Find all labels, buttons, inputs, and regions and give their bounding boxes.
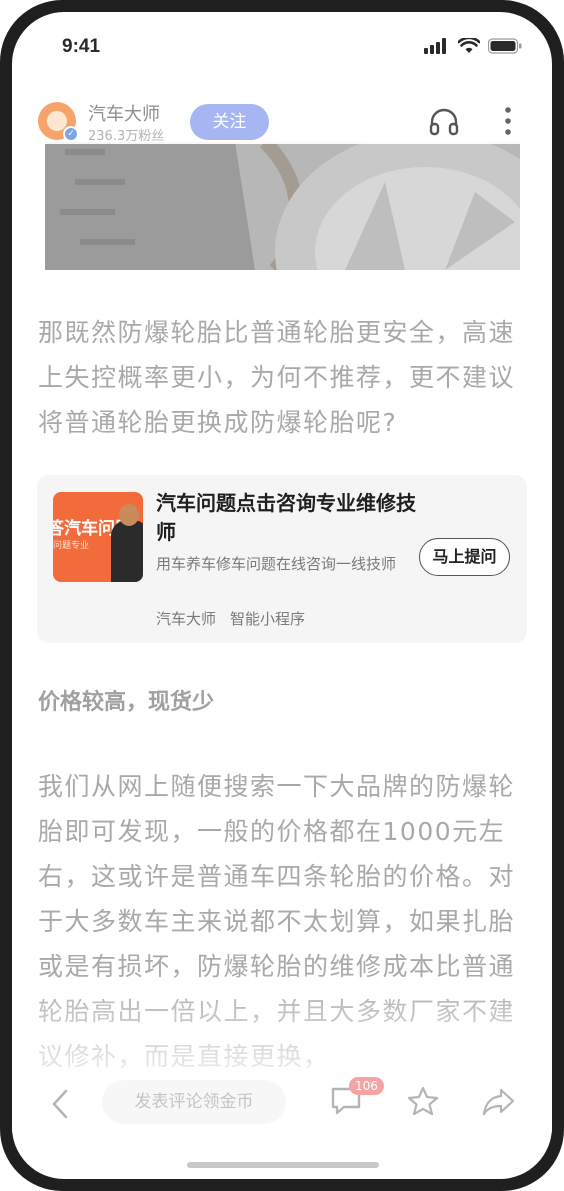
mini-program-type: 智能小程序 <box>230 610 306 628</box>
headphone-icon[interactable] <box>429 108 459 136</box>
article-header: ✓ 汽车大师 236.3万粉丝 关注 <box>12 82 552 144</box>
mini-program-title: 汽车问题点击咨询专业维修技师 <box>156 491 416 544</box>
mini-program-card[interactable]: 答汽车问题 问题专业 汽车问题点击咨询专业维修技师 用车养车修车问题在线咨询一线… <box>37 475 527 643</box>
status-bar: 9:41 <box>12 12 552 82</box>
tire-image <box>45 142 520 270</box>
author-name[interactable]: 汽车大师 <box>88 100 160 126</box>
article-image <box>45 142 520 270</box>
section-heading: 价格较高，现货少 <box>38 690 215 715</box>
comment-count-badge: 106 <box>349 1077 384 1095</box>
star-icon[interactable] <box>407 1086 439 1116</box>
status-time: 9:41 <box>62 36 101 57</box>
content-fade <box>12 972 552 1082</box>
follow-button[interactable]: 关注 <box>190 104 269 140</box>
phone-frame: 9:41 ✓ 汽车大师 236.3万粉丝 关注 那既然防爆轮胎比普通轮胎更安全，… <box>0 0 564 1191</box>
mini-program-meta: 汽车大师 智能小程序 <box>156 608 305 629</box>
ask-question-button[interactable]: 马上提问 <box>419 538 510 576</box>
verified-badge-icon: ✓ <box>63 126 79 142</box>
wifi-icon <box>458 38 480 53</box>
screen: 9:41 ✓ 汽车大师 236.3万粉丝 关注 那既然防爆轮胎比普通轮胎更安全，… <box>12 12 552 1179</box>
home-indicator <box>187 1162 379 1168</box>
technician-figure <box>111 520 143 582</box>
battery-icon <box>488 38 522 54</box>
share-icon[interactable] <box>482 1086 516 1116</box>
technician-head <box>119 504 139 526</box>
back-icon[interactable] <box>50 1088 70 1120</box>
signal-icon <box>424 38 446 54</box>
bottom-toolbar: 发表评论领金币 106 <box>12 1074 552 1134</box>
comment-input[interactable]: 发表评论领金币 <box>102 1080 286 1124</box>
author-fans-count: 236.3万粉丝 <box>88 129 165 144</box>
thumbnail-subcaption: 问题专业 <box>53 541 90 551</box>
more-vertical-icon[interactable] <box>504 106 512 136</box>
mini-program-description: 用车养车修车问题在线咨询一线技师 <box>156 555 397 573</box>
mini-program-source: 汽车大师 <box>156 610 217 628</box>
status-icons <box>424 38 522 54</box>
article-paragraph: 那既然防爆轮胎比普通轮胎更安全，高速上失控概率更小，为何不推荐，更不建议将普通轮… <box>38 318 516 437</box>
mini-program-thumbnail: 答汽车问题 问题专业 <box>53 492 143 582</box>
